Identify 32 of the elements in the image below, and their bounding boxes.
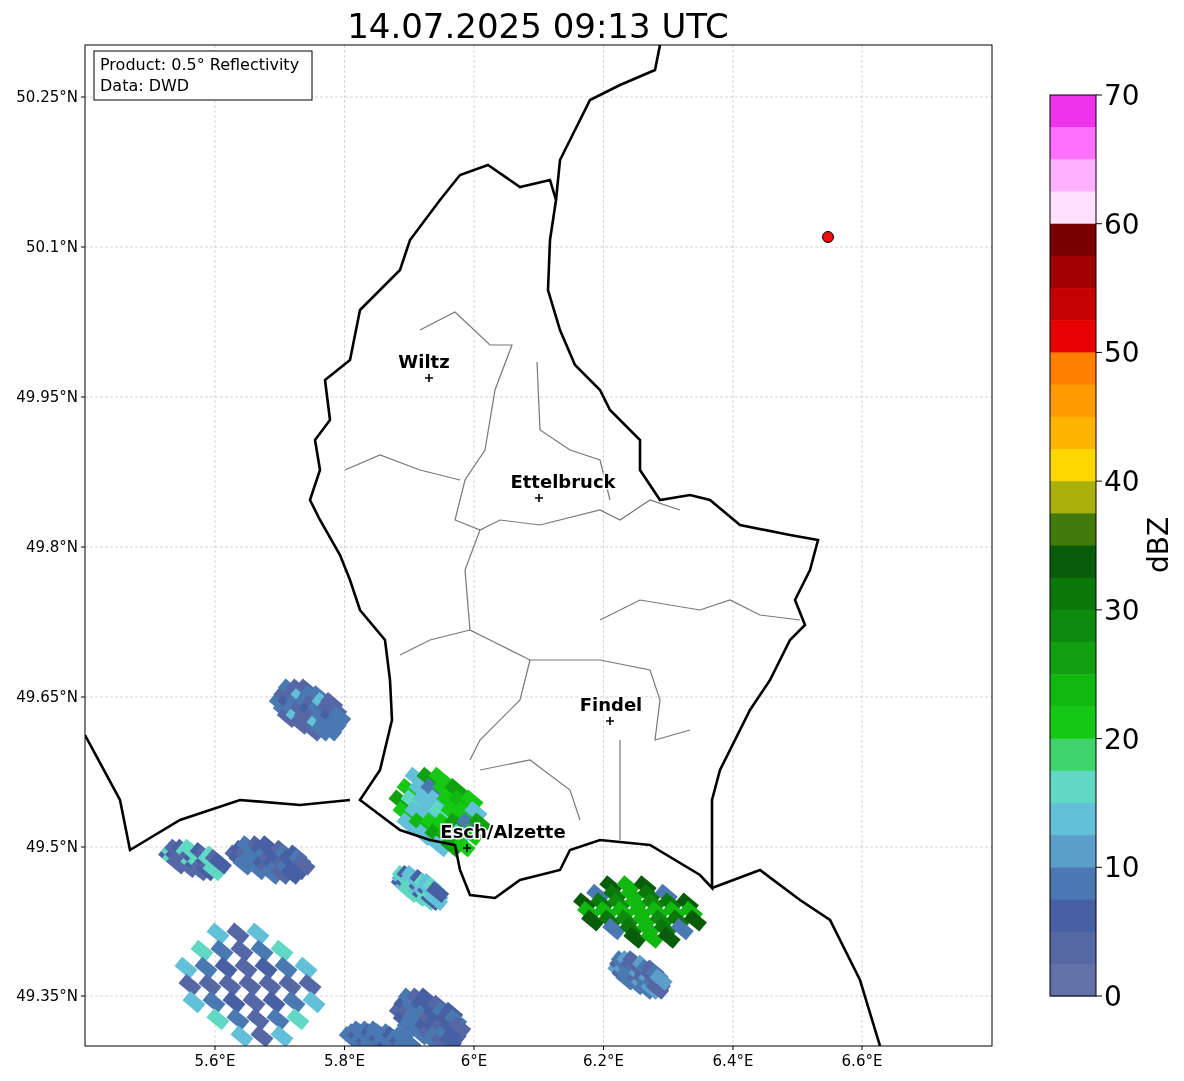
axis-tick-label: 5.8°E: [324, 1052, 365, 1070]
colorbar-tick-label: 20: [1104, 722, 1140, 756]
colorbar-tick-label: 10: [1104, 851, 1140, 885]
city-label: Ettelbruck: [510, 471, 616, 492]
axis-tick-label: 6.6°E: [841, 1052, 883, 1070]
axis-tick-label: 49.95°N: [16, 388, 78, 406]
city-label: Findel: [579, 694, 643, 715]
colorbar-label: dBZ: [1142, 516, 1175, 574]
city-marker-icon: [605, 716, 615, 726]
city-marker-icon: [534, 493, 544, 503]
axis-tick-label: 49.5°N: [25, 838, 78, 856]
city-label: Wiltz: [398, 351, 450, 372]
axis-tick-label: 5.6°E: [194, 1052, 236, 1070]
axis-tick-label: 6°E: [460, 1052, 488, 1070]
colorbar-tick-label: 40: [1104, 465, 1140, 499]
axis-tick-label: 49.65°N: [16, 688, 78, 706]
axis-tick-label: 49.35°N: [16, 987, 78, 1005]
axis-tick-label: 49.8°N: [25, 538, 78, 556]
city-marker-icon: [462, 843, 472, 853]
city-marker-icon: [424, 373, 434, 383]
info-text: Data: DWD: [100, 76, 190, 95]
colorbar-tick-label: 50: [1104, 336, 1140, 370]
axis-tick-label: 50.1°N: [25, 238, 78, 256]
axis-tick-label: 6.4°E: [712, 1052, 754, 1070]
colorbar-tick-label: 30: [1104, 593, 1140, 627]
axis-tick-label: 6.2°E: [583, 1052, 624, 1070]
colorbar-tick-label: 60: [1104, 207, 1140, 241]
axis-tick-label: 50.25°N: [16, 88, 78, 106]
info-text: Product: 0.5° Reflectivity: [100, 55, 300, 74]
chart-title: 14.07.2025 09:13 UTC: [347, 6, 729, 46]
colorbar-tick-label: 0: [1104, 980, 1122, 1013]
colorbar-tick-label: 70: [1104, 79, 1140, 112]
